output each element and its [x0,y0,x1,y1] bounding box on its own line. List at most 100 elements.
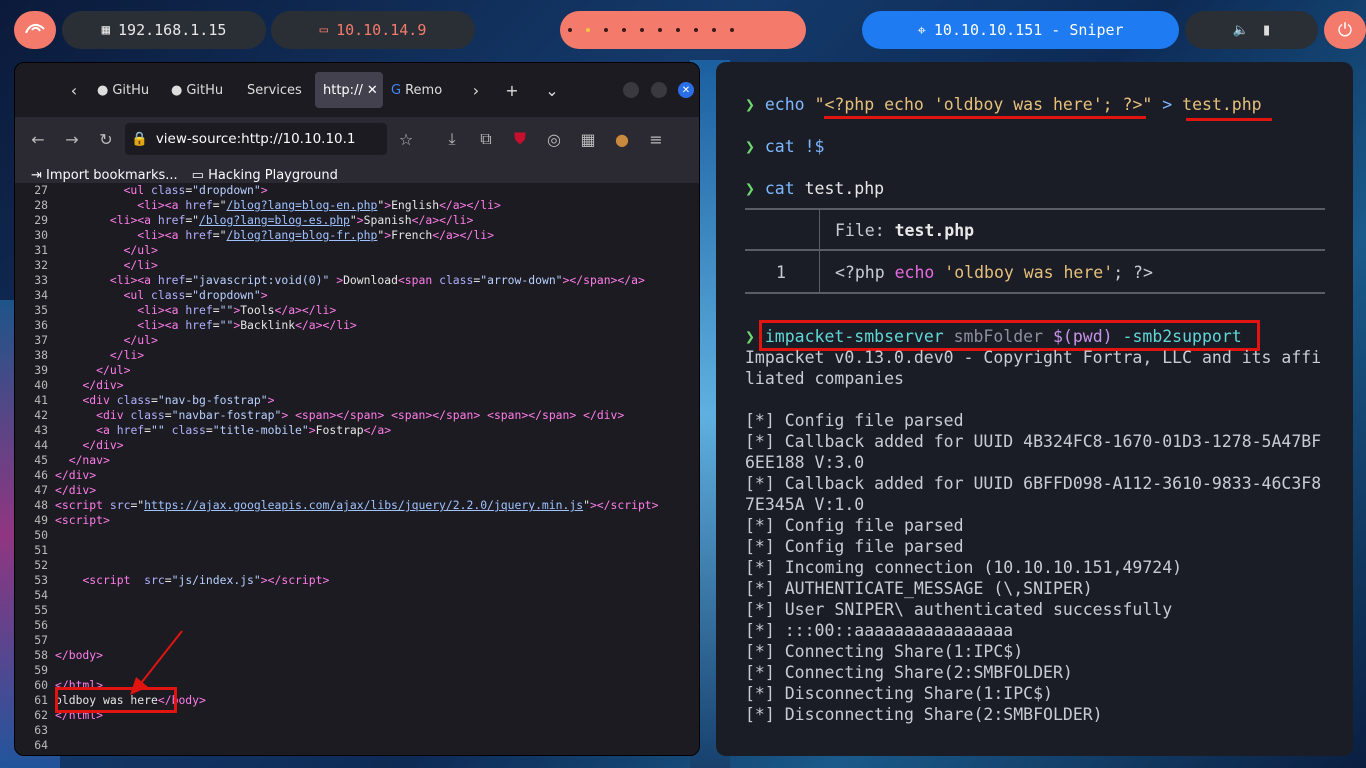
bat-line-content: <?php echo 'oldboy was here'; ?> [835,263,1153,282]
minimize-button[interactable] [623,82,639,98]
output-line: Impacket v0.13.0.dev0 - Copyright Fortra… [745,348,1322,367]
local-ip-widget[interactable]: ▦ 192.168.1.15 [62,11,266,49]
line-number: 39 [34,363,48,377]
line-number: 51 [34,543,48,557]
volume-icon[interactable]: 🔈 [1233,23,1249,38]
source-line: 43 <a href="" class="title-mobile">Fostr… [15,423,699,438]
close-tab-icon[interactable]: ✕ [367,83,378,98]
new-tab-icon[interactable]: + [497,75,527,105]
workspace-dot[interactable] [622,28,626,32]
workspace-dot[interactable] [676,28,680,32]
line-number: 61 [34,693,48,707]
output-line: [*] :::00::aaaaaaaaaaaaaaaa [745,621,1014,640]
kali-menu-icon[interactable] [14,11,56,49]
foxyproxy-icon[interactable]: ◎ [539,124,569,154]
line-code: </ul> [123,243,158,257]
workspace-dot[interactable] [604,28,608,32]
qr-code-icon[interactable]: ▦ [573,124,603,154]
source-line: 32 </li> [15,258,699,273]
battery-icon[interactable]: ▮ [1263,23,1270,38]
workspace-dot[interactable] [640,28,644,32]
tab-view-source[interactable]: http://✕ [315,72,383,108]
tab-github-2[interactable]: ● GitHu [163,72,239,108]
extensions-icon[interactable]: ⧉ [471,124,501,154]
output-line: 6EE188 V:3.0 [745,453,865,472]
line-code: <div class="nav-bg-fostrap"> [82,393,275,407]
source-line: 29 <li><a href="/blog?lang=blog-es.php">… [15,213,699,228]
bookmark-folder[interactable]: ▭ Hacking Playground [192,168,338,183]
tab-bar: ‹ ● GitHu ● GitHu Services http://✕ G Remo … [15,63,699,117]
bat-rule-bottom [745,292,1325,294]
workspace-switcher[interactable] [560,11,806,49]
source-line: 53 <script src="js/index.js"></script> [15,573,699,588]
menu-icon[interactable]: ≡ [641,124,671,154]
github-icon: ● [97,82,109,98]
url-bar[interactable]: 🔒 view-source:http://10.10.10.1 [125,123,387,155]
line-number: 30 [34,228,48,242]
source-line: 49 <script> [15,513,699,528]
vpn-ip-widget[interactable]: ▭ 10.10.14.9 [271,11,475,49]
line-number: 60 [34,678,48,692]
output-line: [*] Config file parsed [745,411,964,430]
output-line: [*] Connecting Share(1:IPC$) [745,642,1024,661]
source-line: 27 <ul class="dropdown"> [15,183,699,198]
import-icon: ⇥ [31,168,47,183]
line-number: 52 [34,558,48,572]
close-window-button[interactable]: ✕ [678,82,694,98]
source-line: 47 </div> [15,483,699,498]
source-line: 45 </nav> [15,453,699,468]
line-code: </li> [109,348,145,362]
tab-scroll-right-icon[interactable]: › [461,75,491,105]
terminal-window[interactable]: ❯ echo "<?php echo 'oldboy was here'; ?>… [716,62,1353,756]
line-number: 27 [34,183,48,197]
line-code: </li> [123,258,158,272]
target-widget[interactable]: ⌖ 10.10.10.151 - Sniper [862,11,1179,49]
power-icon[interactable]: ⏻ [1324,11,1366,49]
bat-rule-mid [745,249,1325,251]
workspace-dot[interactable] [712,28,716,32]
line-number: 40 [34,378,48,392]
forward-icon[interactable]: → [57,124,87,154]
system-tray[interactable]: 🔈 ▮ [1185,11,1318,49]
line-code: <script src="https://ajax.googleapis.com… [55,498,659,512]
download-icon[interactable]: ⤓ [437,124,467,154]
source-line: 30 <li><a href="/blog?lang=blog-fr.php">… [15,228,699,243]
ublock-icon[interactable]: ⛊ [505,124,535,154]
bookmark-import[interactable]: ⇥ Import bookmarks... [31,168,178,183]
output-line: [*] Disconnecting Share(2:SMBFOLDER) [745,705,1103,724]
line-code: <li><a href="/blog?lang=blog-es.php">Spa… [109,213,474,227]
line-code: </body> [55,648,104,662]
tab-services[interactable]: Services [239,72,315,108]
tab-github-1[interactable]: ● GitHu [89,72,163,108]
cookie-icon[interactable]: ● [607,124,637,154]
reload-icon[interactable]: ↻ [91,124,121,154]
line-code: </div> [82,438,124,452]
maximize-button[interactable] [651,82,667,98]
lock-icon[interactable]: 🔒 [131,131,148,147]
workspace-dot[interactable] [730,28,734,32]
tab-remote[interactable]: G Remo [383,72,461,108]
workspace-dot[interactable] [568,28,572,32]
tab-list-icon[interactable]: ⌄ [537,75,567,105]
output-line: [*] Incoming connection (10.10.10.151,49… [745,558,1183,577]
line-number: 56 [34,618,48,632]
underline-file [1186,118,1272,121]
workspace-dot[interactable] [694,28,698,32]
workspace-dot-active[interactable] [586,28,590,32]
nav-toolbar: ← → ↻ 🔒 view-source:http://10.10.10.1 ☆ … [15,117,699,161]
monitor-icon: ▦ [101,22,111,38]
source-line: 54 [15,588,699,603]
line-code: <li><a href="javascript:void(0)" >Downlo… [109,273,645,287]
source-line: 46 </div> [15,468,699,483]
line-number: 55 [34,603,48,617]
google-icon: G [391,82,402,98]
workspace-dot[interactable] [658,28,662,32]
line-code: </div> [55,468,97,482]
output-line: [*] User SNIPER\ authenticated successfu… [745,600,1173,619]
line-number: 33 [34,273,48,287]
back-icon[interactable]: ← [23,124,53,154]
output-line: [*] Callback added for UUID 4B324FC8-167… [745,432,1322,451]
tab-scroll-left-icon[interactable]: ‹ [59,75,89,105]
bookmark-star-icon[interactable]: ☆ [391,124,421,154]
source-line: 40 </div> [15,378,699,393]
